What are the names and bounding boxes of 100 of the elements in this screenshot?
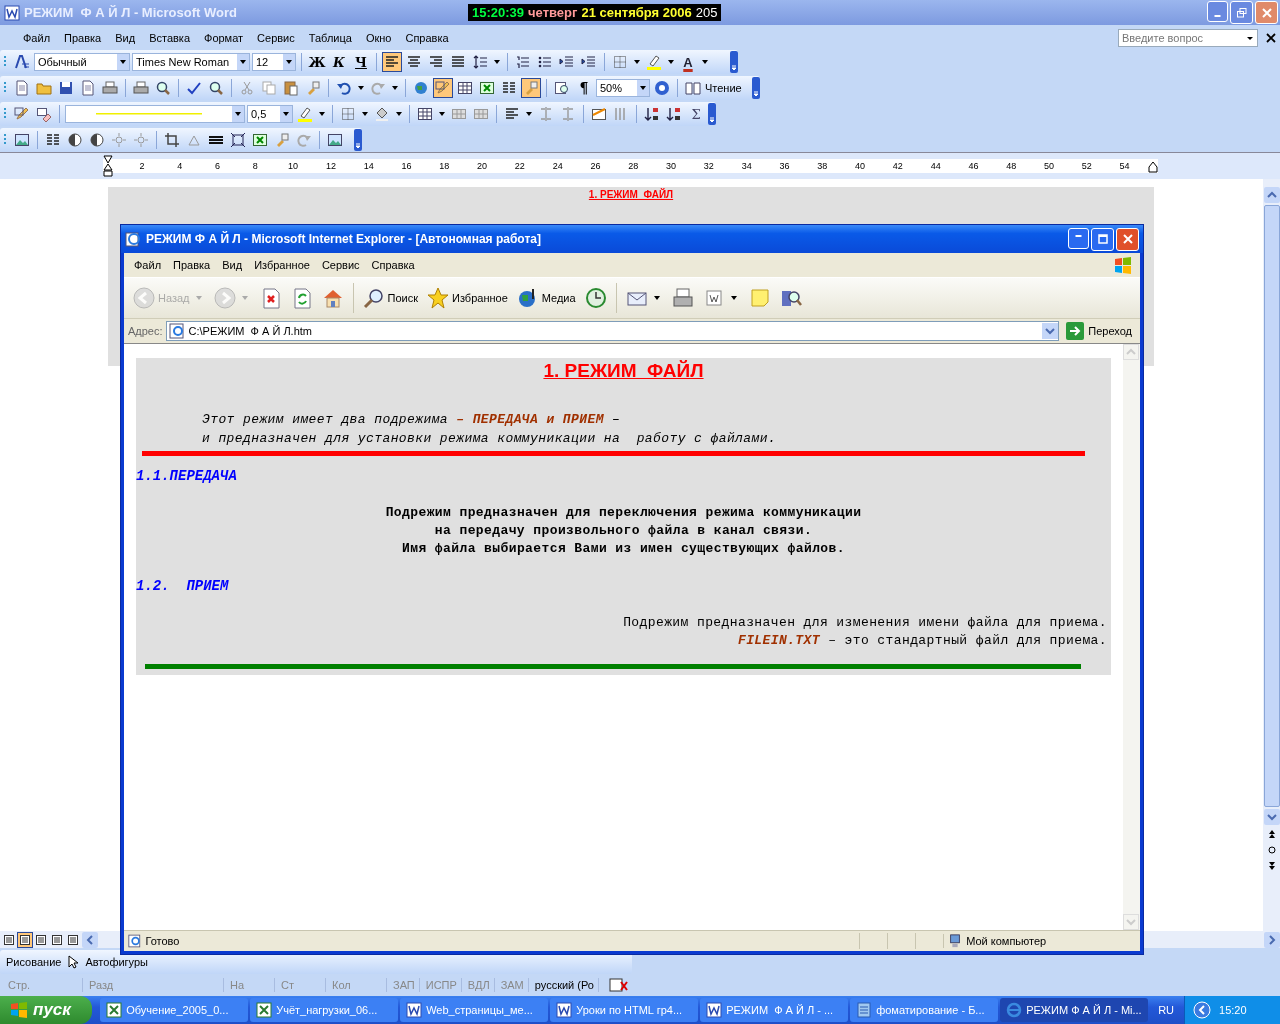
menu-item[interactable]: Файл (128, 259, 168, 271)
font-color-button[interactable]: A (678, 54, 698, 70)
ruler-number: 10 (287, 161, 300, 171)
page-heading: 1. РЕЖИМ ФАЙЛ (543, 360, 704, 381)
address-field[interactable]: C:\РЕЖИМ Ф А Й Л.htm (165, 321, 1060, 341)
address-label: Адрес: (128, 325, 163, 337)
ruler-number: 42 (891, 161, 904, 171)
taskbar-item[interactable]: Web_страницы_ме... (400, 998, 549, 1022)
paragraph-line: Имя файла выбирается Вами из имен существующих файлов. (402, 540, 845, 558)
status-field: ЗАП (389, 978, 420, 992)
status-field: русский (Ро (530, 978, 599, 992)
status-text: Готово (145, 935, 181, 947)
menu-item[interactable]: Вид (108, 31, 143, 44)
menu-item[interactable]: Справка (398, 31, 456, 44)
taskbar-item[interactable]: Уроки по HTML гр4... (550, 998, 699, 1022)
font-field[interactable]: Times New Roman (132, 53, 250, 71)
autoshapes-menu-button[interactable]: Автофигуры (85, 956, 148, 968)
status-field: ВДЛ (463, 978, 495, 992)
menu-item[interactable]: Вид (216, 259, 249, 271)
line-weight-field[interactable]: 0,5 (247, 105, 293, 123)
status-field: Кол (328, 978, 387, 992)
ruler-number: 24 (551, 161, 564, 171)
menu-item[interactable]: Окно (358, 31, 399, 44)
bold-button[interactable]: Ж (307, 54, 327, 70)
ruler-number: 32 (702, 161, 715, 171)
ruler-number: 50 (1043, 161, 1056, 171)
read-button[interactable]: Чтение (705, 82, 746, 94)
ruler-number: 28 (627, 161, 640, 171)
drawing-menu-button[interactable]: Рисование (6, 956, 62, 968)
status-field: ЗАМ (496, 978, 529, 992)
language-indicator[interactable]: RU (1148, 1004, 1185, 1016)
go-button[interactable]: Переход (1062, 322, 1136, 340)
zoom-field[interactable]: 50% (596, 79, 650, 97)
ruler-number: 38 (816, 161, 829, 171)
menu-item[interactable]: Справка (365, 259, 421, 271)
ruler-number: 36 (778, 161, 791, 171)
taskbar-item[interactable]: Обучение_2005_0... (100, 998, 249, 1022)
section-heading: 1.2. ПРИЕМ (136, 578, 230, 594)
ruler-number: 22 (513, 161, 526, 171)
favorites-button[interactable]: Избранное (424, 285, 511, 311)
tray-clock: 15:20 (1219, 1004, 1247, 1016)
ruler-number: 2 (138, 161, 146, 171)
italic-button[interactable]: К (329, 54, 349, 70)
style-field[interactable]: Обычный (34, 53, 130, 71)
search-button[interactable]: Поиск (359, 285, 421, 311)
ruler-number: 52 (1080, 161, 1093, 171)
section-heading: 1.1.ПЕРЕДАЧА (136, 468, 238, 484)
paragraph-line: Этот режим имеет два подрежима – ПЕРЕДАЧА и ПРИЕМ – (202, 411, 622, 429)
clock-weekday: четверг (528, 5, 578, 20)
clock-day-number: 205 (695, 5, 718, 20)
ruler-number: 14 (362, 161, 375, 171)
status-field: Ст (277, 978, 326, 992)
ruler-number: 44 (929, 161, 942, 171)
ruler-number: 12 (324, 161, 337, 171)
status-field: Разд (85, 978, 224, 992)
ruler-number: 8 (251, 161, 259, 171)
window-title: РЕЖИМ Ф А Й Л - Microsoft Internet Explorer - [Автономная работа] (146, 232, 541, 246)
media-button[interactable]: Медиа (513, 285, 579, 311)
ruler-number: 34 (740, 161, 753, 171)
menu-item[interactable]: Вставка (142, 31, 197, 44)
clock-time: 15:20:39 (472, 5, 525, 20)
ruler-number: 6 (214, 161, 221, 171)
ruler-number: 20 (476, 161, 489, 171)
ruler-number: 54 (1118, 161, 1131, 171)
menu-item[interactable]: Таблица (301, 31, 359, 44)
menu-item[interactable]: Правка (57, 31, 109, 44)
show-marks-button[interactable]: ¶ (574, 80, 594, 96)
paragraph-line: на передачу произвольного файла в канал связи. (434, 522, 813, 540)
status-field: ИСПР (421, 978, 462, 992)
menu-item[interactable]: Правка (167, 259, 217, 271)
paragraph-line: и предназначен для установки режима коммуникации на работу с файлами. (202, 430, 778, 448)
taskbar-item[interactable]: РЕЖИМ Ф А Й Л - ... (700, 998, 849, 1022)
underline-button[interactable]: Ч (351, 54, 371, 70)
status-field: Стр. (4, 978, 83, 992)
ruler-number: 4 (176, 161, 184, 171)
window-title: РЕЖИМ Ф А Й Л - Microsoft Word (24, 5, 238, 20)
ruler-number: 16 (400, 161, 413, 171)
ruler-number: 26 (589, 161, 602, 171)
taskbar-item[interactable]: фоматирование - Б... (850, 998, 999, 1022)
paragraph-line: Подрежим предназначен для переключения режима коммуникации (385, 504, 862, 522)
menu-item[interactable]: Формат (197, 31, 251, 44)
ruler-number: 46 (967, 161, 980, 171)
menu-item[interactable]: Файл (16, 31, 58, 44)
menu-item[interactable]: Избранное (248, 259, 316, 271)
paragraph-line: FILEIN.TXT – это стандартный файл для приема. (737, 632, 1107, 650)
ruler-number: 30 (665, 161, 678, 171)
ruler-number: 40 (854, 161, 867, 171)
ruler-number: 48 (1005, 161, 1018, 171)
clock-date: 21 сентября 2006 (581, 5, 692, 20)
sum-button[interactable]: Σ (686, 106, 706, 122)
zone-text: Мой компьютер (966, 935, 1047, 947)
font-size-field[interactable]: 12 (252, 53, 296, 71)
paragraph-line: Подрежим предназначен для изменения имени файла для приема. (623, 614, 1107, 632)
taskbar-item[interactable]: РЕЖИМ Ф А Й Л - Mi... (1000, 998, 1149, 1022)
ruler-number: 18 (438, 161, 451, 171)
menu-item[interactable]: Сервис (315, 259, 366, 271)
menu-item[interactable]: Сервис (250, 31, 302, 44)
status-field: На (226, 978, 275, 992)
taskbar-item[interactable]: Учёт_нагрузки_06... (250, 998, 399, 1022)
help-question-field[interactable]: Введите вопрос (1118, 28, 1258, 47)
